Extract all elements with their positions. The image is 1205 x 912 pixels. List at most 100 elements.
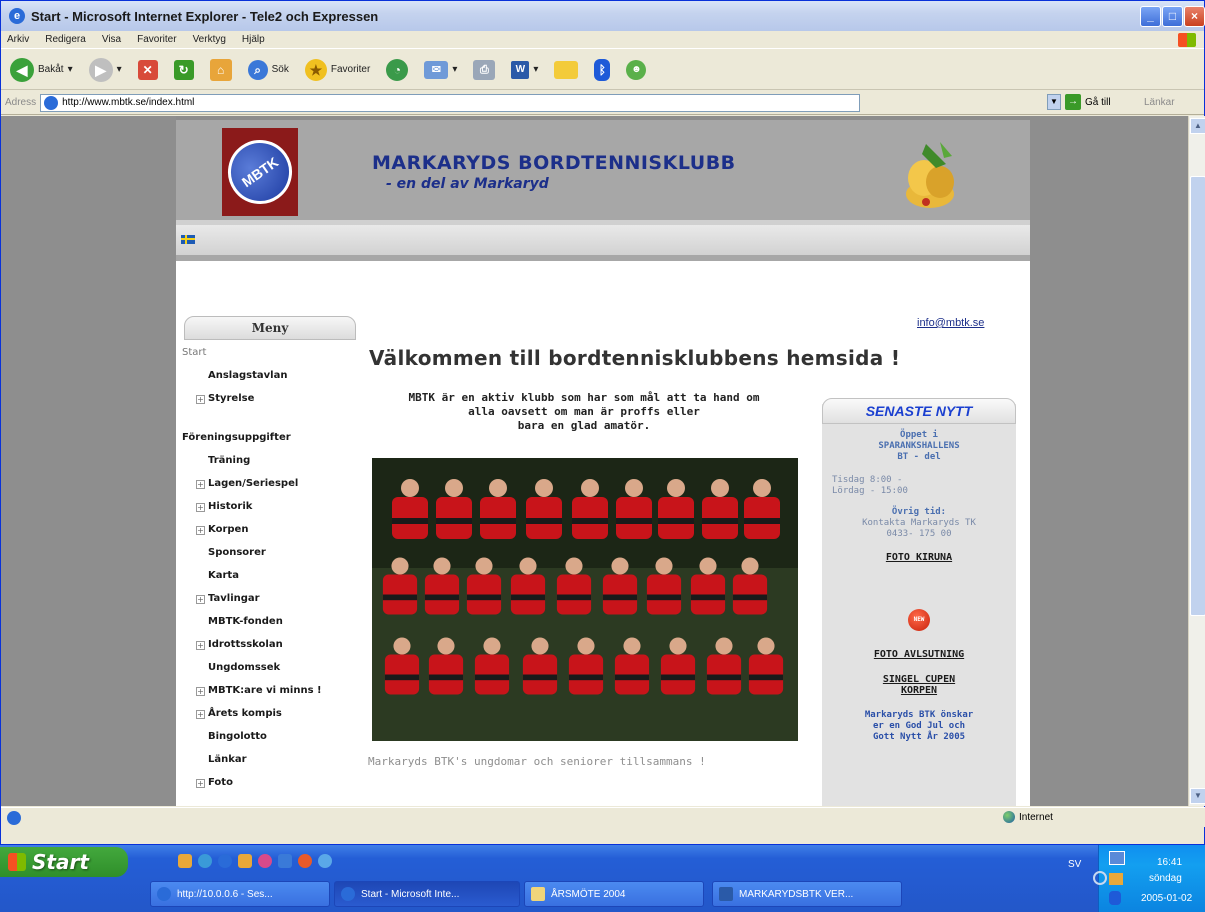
- menu-item[interactable]: + Tavlingar: [196, 593, 366, 616]
- expand-plus-icon[interactable]: +: [196, 641, 205, 650]
- menu-arkiv[interactable]: Arkiv: [7, 34, 29, 45]
- menu-header: Meny: [184, 316, 356, 340]
- quicklaunch-icon-3[interactable]: [218, 854, 232, 868]
- quicklaunch-icon-6[interactable]: [278, 854, 292, 868]
- task-folder[interactable]: ÅRSMÖTE 2004: [524, 881, 704, 907]
- url-input[interactable]: http://www.mbtk.se/index.html: [40, 93, 861, 112]
- menu-item[interactable]: + Korpen: [196, 524, 366, 547]
- scroll-up-icon[interactable]: ▲: [1190, 118, 1205, 134]
- person-head: [437, 637, 455, 655]
- person-head: [715, 637, 733, 655]
- ra-icon[interactable]: [1109, 873, 1123, 885]
- menu-item[interactable]: + MBTK:are vi minns !: [196, 685, 366, 708]
- quicklaunch-icon-4[interactable]: [238, 854, 252, 868]
- links-button[interactable]: Länkar: [1144, 97, 1175, 108]
- toolbar: ◀ Bakåt ▾ ▶ ▾ ✕ ↻ ⌂ ⌕ Sök ★ Favoriter ◔ …: [1, 50, 1204, 90]
- foto-kiruna-link[interactable]: FOTO KIRUNA: [822, 552, 1016, 563]
- menu-item-label: Styrelse: [208, 393, 255, 404]
- scroll-down-icon[interactable]: ▼: [1190, 788, 1205, 804]
- menu-item[interactable]: MBTK-fonden: [196, 616, 366, 639]
- club-subtitle: - en del av Markaryd: [386, 176, 549, 192]
- expand-plus-icon[interactable]: +: [196, 779, 205, 788]
- menu-item[interactable]: Ungdomssek: [196, 662, 366, 685]
- search-button[interactable]: ⌕ Sök: [245, 55, 292, 85]
- menu-item[interactable]: + Årets kompis: [196, 708, 366, 731]
- folder-button[interactable]: [551, 55, 581, 85]
- menu-item[interactable]: + Idrottsskolan: [196, 639, 366, 662]
- expand-plus-icon[interactable]: +: [196, 710, 205, 719]
- menu-item[interactable]: Anslagstavlan: [196, 370, 366, 393]
- monitor-icon[interactable]: [1109, 851, 1125, 865]
- task-ie-session[interactable]: http://10.0.0.6 - Ses...: [150, 881, 330, 907]
- quicklaunch-icon-5[interactable]: [258, 854, 272, 868]
- menu-item[interactable]: + Lagen/Seriespel: [196, 478, 366, 501]
- print-button[interactable]: ⎙: [470, 55, 498, 85]
- menu-item[interactable]: + Foto: [196, 777, 366, 800]
- expand-plus-icon[interactable]: +: [196, 480, 205, 489]
- bluetooth-button[interactable]: ᛒ: [591, 55, 613, 85]
- quicklaunch-icon-8[interactable]: [318, 854, 332, 868]
- maximize-icon[interactable]: □: [1162, 6, 1183, 27]
- person-head: [581, 479, 599, 497]
- bluetooth-tray-icon[interactable]: [1109, 891, 1121, 905]
- menu-favoriter[interactable]: Favoriter: [137, 34, 176, 45]
- task-word[interactable]: MARKARYDSBTK VER...: [712, 881, 902, 907]
- menu-hjalp[interactable]: Hjälp: [242, 34, 265, 45]
- stop-button[interactable]: ✕: [135, 55, 161, 85]
- foto-avslutning-link[interactable]: FOTO AVLSUTNING: [822, 649, 1016, 660]
- menu-redigera[interactable]: Redigera: [45, 34, 86, 45]
- korpen-link[interactable]: KORPEN: [822, 685, 1016, 696]
- title-bar[interactable]: e Start - Microsoft Internet Explorer - …: [1, 1, 1205, 31]
- menu-item[interactable]: + Styrelse: [196, 393, 366, 416]
- edit-button[interactable]: W ▾: [508, 55, 541, 85]
- quicklaunch-icon-7[interactable]: [298, 854, 312, 868]
- news-body: Öppet i SPARANKSHALLENS BT - del Tisdag …: [822, 426, 1016, 743]
- favorites-button[interactable]: ★ Favoriter: [302, 55, 373, 85]
- refresh-button[interactable]: ↻: [171, 55, 197, 85]
- menu-item[interactable]: + Historik: [196, 501, 366, 524]
- clock-icon[interactable]: [1093, 871, 1107, 885]
- person-head: [433, 557, 451, 575]
- expand-plus-icon[interactable]: +: [196, 687, 205, 696]
- menu-item[interactable]: Start: [182, 347, 366, 370]
- expand-plus-icon[interactable]: +: [196, 395, 205, 404]
- news-open-place: SPARANKSHALLENS: [878, 441, 960, 451]
- menu-item[interactable]: Träning: [196, 455, 366, 478]
- messenger-button[interactable]: ☻: [623, 55, 649, 85]
- history-button[interactable]: ◔: [383, 55, 411, 85]
- menu-item-label: Historik: [208, 501, 253, 512]
- task-ie-start[interactable]: Start - Microsoft Inte...: [334, 881, 520, 907]
- menu-visa[interactable]: Visa: [102, 34, 121, 45]
- menu-item[interactable]: Sponsorer: [196, 547, 366, 570]
- start-button[interactable]: Start: [0, 847, 128, 877]
- menu-item[interactable]: Karta: [196, 570, 366, 593]
- expand-plus-icon[interactable]: +: [196, 503, 205, 512]
- menu-item[interactable]: Länkar: [196, 754, 366, 777]
- expand-plus-icon[interactable]: +: [196, 595, 205, 604]
- email-link[interactable]: info@mbtk.se: [917, 317, 984, 329]
- news-wish-1: Markaryds BTK önskar: [864, 710, 974, 720]
- vertical-scrollbar[interactable]: ▲ ▼: [1188, 116, 1205, 806]
- back-button[interactable]: ◀ Bakåt ▾: [7, 55, 76, 85]
- language-indicator[interactable]: SV: [1068, 859, 1081, 870]
- zone-label: Internet: [1019, 811, 1053, 823]
- minimize-icon[interactable]: _: [1140, 6, 1161, 27]
- person-stripe: [424, 594, 460, 601]
- menu-item[interactable]: Föreningsuppgifter: [182, 432, 366, 455]
- quicklaunch-icon-2[interactable]: [198, 854, 212, 868]
- singel-cupen-link[interactable]: SINGEL CUPEN: [822, 674, 1016, 685]
- go-button[interactable]: → Gå till: [1065, 94, 1111, 110]
- address-dropdown[interactable]: ▼: [1047, 94, 1061, 110]
- expand-plus-icon[interactable]: +: [196, 526, 205, 535]
- mail-button[interactable]: ✉ ▾: [421, 55, 460, 85]
- menu-verktyg[interactable]: Verktyg: [193, 34, 226, 45]
- close-icon[interactable]: ×: [1184, 6, 1205, 27]
- quicklaunch-icon-1[interactable]: [178, 854, 192, 868]
- home-button[interactable]: ⌂: [207, 55, 235, 85]
- scroll-thumb[interactable]: [1190, 176, 1205, 616]
- news-contact-2: 0433- 175 00: [886, 529, 952, 539]
- menu-item[interactable]: Bingolotto: [196, 731, 366, 754]
- forward-button[interactable]: ▶ ▾: [86, 55, 125, 85]
- swedish-flag-icon[interactable]: [181, 235, 195, 244]
- club-logo[interactable]: MBTK: [215, 127, 305, 217]
